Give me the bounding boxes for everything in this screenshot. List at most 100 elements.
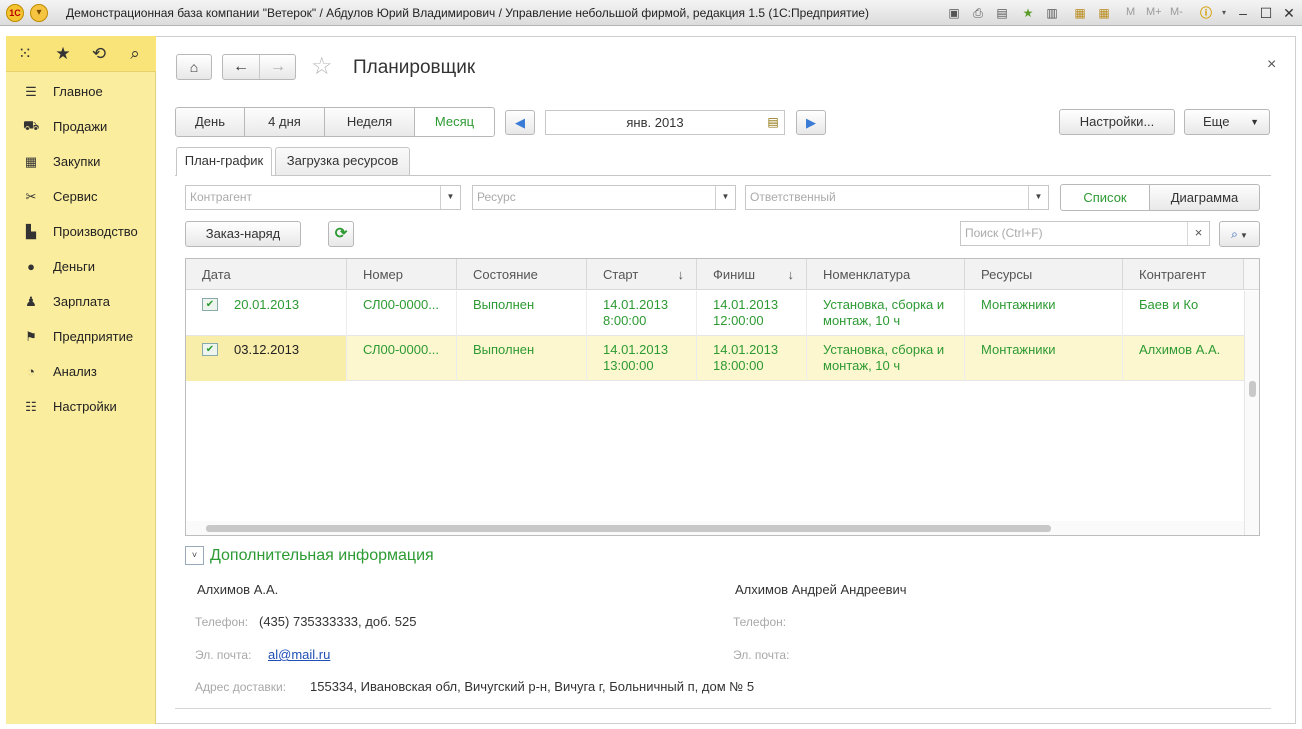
column-header-state[interactable]: Состояние: [457, 259, 587, 290]
sidebar-item-production[interactable]: ▙ Производство: [6, 214, 156, 249]
window-title: Демонстрационная база компании "Ветерок"…: [66, 6, 869, 20]
refresh-icon: ⟳: [334, 225, 348, 242]
print-icon[interactable]: ⎙: [970, 5, 986, 21]
sidebar-item-enterprise[interactable]: ⚑ Предприятие: [6, 319, 156, 354]
preview-icon[interactable]: ▤: [994, 5, 1010, 21]
more-label: Еще: [1203, 114, 1230, 129]
favorites-icon[interactable]: ★: [1020, 5, 1036, 21]
tab-plan-schedule[interactable]: План-график: [176, 147, 272, 176]
history-icon[interactable]: ⟲: [88, 44, 110, 64]
info-dropdown-icon[interactable]: ▾: [1216, 5, 1232, 21]
favorite-star-icon[interactable]: ☆: [311, 53, 333, 81]
period-month-button[interactable]: Месяц: [414, 107, 495, 137]
vertical-scroll-thumb[interactable]: [1249, 381, 1256, 397]
view-diagram-button[interactable]: Диаграмма: [1149, 184, 1260, 211]
column-header-start[interactable]: Старт ↓: [587, 259, 697, 290]
calendar-icon[interactable]: ▦: [1096, 5, 1112, 21]
resources-cell: Монтажники: [965, 336, 1123, 381]
home-button[interactable]: ⌂: [176, 54, 212, 80]
sidebar-item-salary[interactable]: ♟ Зарплата: [6, 284, 156, 319]
menu-icon: ☰: [25, 83, 37, 99]
nomenclature-cell: Установка, сборка и монтаж, 10 ч: [807, 336, 965, 381]
resources-cell: Монтажники: [965, 291, 1123, 336]
arrow-right-icon: ▶: [806, 115, 816, 130]
horizontal-scrollbar[interactable]: [186, 521, 1244, 535]
vertical-scrollbar[interactable]: [1244, 291, 1259, 535]
save-icon[interactable]: ▣: [946, 5, 962, 21]
clear-search-icon[interactable]: ×: [1187, 222, 1209, 245]
sidebar-item-money[interactable]: ● Деньги: [6, 249, 156, 284]
nomenclature-line2: монтаж, 10 ч: [823, 358, 901, 373]
search-input[interactable]: Поиск (Ctrl+F) ×: [960, 221, 1210, 246]
coin-icon: ●: [27, 259, 35, 274]
next-period-button[interactable]: ▶: [796, 110, 826, 135]
sidebar-item-main[interactable]: ☰ Главное: [6, 74, 156, 109]
responsible-filter[interactable]: Ответственный ▼: [745, 185, 1049, 210]
m-minus-button[interactable]: M-: [1170, 6, 1183, 18]
factory-icon: ▙: [26, 223, 36, 239]
column-header-contractor[interactable]: Контрагент: [1123, 259, 1244, 290]
additional-info-title[interactable]: Дополнительная информация: [210, 547, 434, 565]
flag-icon: ⚑: [25, 328, 37, 344]
column-header-number[interactable]: Номер: [347, 259, 457, 290]
period-day-button[interactable]: День: [175, 107, 245, 137]
table-row[interactable]: 20.01.2013 ✔ СЛ00-0000... Выполнен 14.01…: [186, 291, 1244, 336]
dropdown-arrow-icon[interactable]: ▼: [1028, 186, 1048, 209]
finish-date: 14.01.2013: [713, 297, 779, 312]
period-4days-button[interactable]: 4 дня: [244, 107, 325, 137]
m-button[interactable]: M: [1126, 6, 1135, 18]
sidebar-item-analysis[interactable]: ◔ Анализ: [6, 354, 156, 389]
finish-cell: 14.01.2013 12:00:00: [697, 291, 807, 336]
phone-label: Телефон:: [195, 615, 249, 629]
search-icon[interactable]: ⌕: [124, 44, 146, 64]
favorites-star-icon[interactable]: ★: [52, 44, 74, 64]
sidebar-item-label: Деньги: [53, 259, 95, 274]
period-date-field[interactable]: янв. 2013 ▤: [545, 110, 785, 135]
bookmark-icon[interactable]: ▥: [1044, 5, 1060, 21]
back-arrow-icon[interactable]: ←: [223, 55, 260, 79]
phone-label-right: Телефон:: [733, 615, 787, 629]
close-form-icon[interactable]: ×: [1267, 56, 1276, 74]
pie-chart-icon: ◔: [27, 364, 35, 379]
sidebar-item-label: Предприятие: [53, 329, 134, 344]
settings-button[interactable]: Настройки...: [1059, 109, 1175, 135]
table-row-selected[interactable]: 03.12.2013 ✔ СЛ00-0000... Выполнен 14.01…: [186, 336, 1244, 381]
all-functions-icon[interactable]: ⁙: [14, 44, 36, 64]
sidebar-item-service[interactable]: ✂ Сервис: [6, 179, 156, 214]
search-options-button[interactable]: ⌕ ▼: [1219, 221, 1260, 247]
home-icon: ⌂: [189, 59, 199, 75]
refresh-button[interactable]: ⟳: [328, 221, 354, 247]
dropdown-arrow-icon[interactable]: ▼: [715, 186, 735, 209]
calendar-picker-icon[interactable]: ▤: [762, 111, 784, 134]
sidebar-item-purchases[interactable]: ▦ Закупки: [6, 144, 156, 179]
forward-arrow-icon[interactable]: →: [260, 55, 296, 79]
period-week-button[interactable]: Неделя: [324, 107, 415, 137]
dropdown-arrow-icon[interactable]: ▼: [440, 186, 460, 209]
horizontal-scroll-thumb[interactable]: [206, 525, 1051, 532]
calculator-icon[interactable]: ▦: [1072, 5, 1088, 21]
maximize-icon[interactable]: ☐: [1255, 3, 1277, 23]
info-icon[interactable]: ⓘ: [1198, 5, 1214, 21]
m-plus-button[interactable]: M+: [1146, 6, 1162, 18]
settings-icon: ☷: [25, 398, 37, 414]
sidebar-item-sales[interactable]: ⛟ Продажи: [6, 109, 156, 144]
minimize-icon[interactable]: –: [1232, 3, 1254, 23]
prev-period-button[interactable]: ◀: [505, 110, 535, 135]
column-header-date[interactable]: Дата: [186, 259, 347, 290]
contractor-filter[interactable]: Контрагент ▼: [185, 185, 461, 210]
order-button[interactable]: Заказ-наряд: [185, 221, 301, 247]
resource-filter[interactable]: Ресурс ▼: [472, 185, 736, 210]
main-menu-icon[interactable]: ▾: [30, 4, 48, 22]
column-header-finish[interactable]: Финиш ↓: [697, 259, 807, 290]
sidebar-item-settings[interactable]: ☷ Настройки: [6, 389, 156, 424]
collapse-toggle-icon[interactable]: ˅: [185, 546, 204, 565]
tab-resource-load[interactable]: Загрузка ресурсов: [275, 147, 410, 175]
column-header-nomenclature[interactable]: Номенклатура: [807, 259, 965, 290]
email-link[interactable]: al@mail.ru: [268, 647, 330, 662]
responsible-placeholder: Ответственный: [750, 190, 836, 204]
view-list-button[interactable]: Список: [1060, 184, 1150, 211]
more-button[interactable]: Еще ▼: [1184, 109, 1270, 135]
column-header-resources[interactable]: Ресурсы: [965, 259, 1123, 290]
close-window-icon[interactable]: ✕: [1278, 3, 1300, 23]
email-label: Эл. почта:: [195, 648, 252, 662]
